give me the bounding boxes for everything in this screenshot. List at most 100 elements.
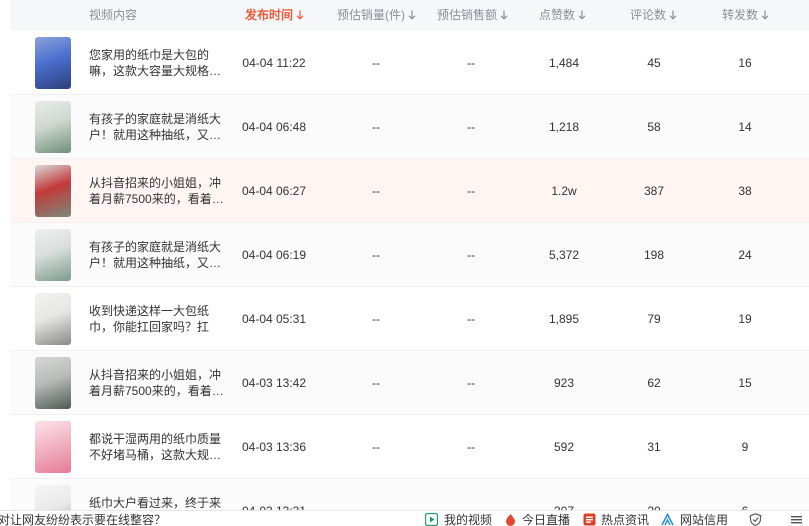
video-title[interactable]: 从抖音招来的小姐姐，冲着月薪7500来的，看着… bbox=[89, 175, 227, 207]
cell-comments: 62 bbox=[647, 376, 661, 390]
column-header-label: 转发数 bbox=[722, 8, 759, 22]
cell-shares: 14 bbox=[738, 120, 752, 134]
cell-publish-time: 04-04 11:22 bbox=[242, 56, 306, 70]
video-table: 视频内容 发布时间 预估销量(件) 预估销售额 点赞数 评论数 转发数 您家用的纸巾是大包的… bbox=[10, 0, 809, 510]
site-credit-link[interactable]: 网站信用 bbox=[680, 512, 728, 526]
column-header-est-sales-qty[interactable]: 预估销量(件) bbox=[337, 0, 416, 31]
cell-likes: 1,895 bbox=[548, 312, 580, 326]
column-header-label: 点赞数 bbox=[539, 8, 576, 22]
video-thumbnail[interactable] bbox=[35, 37, 71, 89]
column-header-likes[interactable]: 点赞数 bbox=[539, 0, 586, 31]
cell-comments: 58 bbox=[647, 120, 661, 134]
cell-likes: 5,372 bbox=[548, 248, 580, 262]
today-live-link[interactable]: 今日直播 bbox=[522, 512, 570, 526]
table-row[interactable]: 从抖音招来的小姐姐，冲着月薪7500来的，看着… 04-03 13:42 -- -- 9… bbox=[10, 351, 809, 415]
play-icon[interactable] bbox=[424, 512, 439, 526]
table-row[interactable]: 您家用的纸巾是大包的嘛，这款大容量大规格… 04-04 11:22 -- -- 1,48… bbox=[10, 31, 809, 95]
cell-publish-time: 04-03 13:36 bbox=[241, 440, 307, 454]
cell-comments: 31 bbox=[647, 440, 661, 454]
shield-icon[interactable] bbox=[749, 513, 762, 526]
cell-comments: 20 bbox=[647, 479, 660, 510]
cell-est-sales-qty: -- bbox=[372, 312, 380, 326]
sort-arrow-icon[interactable] bbox=[500, 10, 508, 20]
cell-est-sales-qty: -- bbox=[372, 120, 380, 134]
cell-est-sales-amt: -- bbox=[467, 56, 475, 70]
cell-est-sales-amt: -- bbox=[467, 248, 475, 262]
table-row[interactable]: 都说干湿两用的纸巾质量不好堵马桶，这款大规… 04-03 13:36 -- -- 592… bbox=[10, 415, 809, 479]
cell-likes: 592 bbox=[553, 440, 575, 454]
video-title[interactable]: 收到快递这样一大包纸巾，你能扛回家吗？扛回… bbox=[89, 303, 227, 335]
sort-arrow-icon[interactable] bbox=[578, 10, 586, 20]
news-ticker-text[interactable]: 对让网友纷纷表示要在线整容？ bbox=[0, 512, 166, 526]
video-thumbnail[interactable] bbox=[35, 165, 71, 217]
video-title[interactable]: 有孩子的家庭就是消纸大户！就用这种抽纸，又… bbox=[89, 111, 227, 143]
cell-publish-time: 04-04 06:27 bbox=[241, 184, 307, 198]
cell-shares: 15 bbox=[738, 376, 752, 390]
my-videos-link[interactable]: 我的视频 bbox=[444, 512, 492, 526]
video-title[interactable]: 有孩子的家庭就是消纸大户！就用这种抽纸，又… bbox=[89, 239, 227, 271]
cell-est-sales-amt: -- bbox=[467, 376, 475, 390]
news-icon[interactable] bbox=[583, 513, 596, 526]
video-thumbnail[interactable] bbox=[35, 293, 71, 345]
column-header-comments[interactable]: 评论数 bbox=[630, 0, 677, 31]
video-thumbnail[interactable] bbox=[35, 421, 71, 473]
video-title[interactable]: 从抖音招来的小姐姐，冲着月薪7500来的，看着… bbox=[89, 367, 227, 399]
cell-est-sales-qty: -- bbox=[372, 440, 380, 454]
menu-icon[interactable] bbox=[790, 513, 803, 526]
column-header-label: 预估销量(件) bbox=[337, 8, 405, 22]
table-row[interactable]: 纸巾大户看过来，终于来 04-03 13:31 -- -- 307 20 6 bbox=[10, 479, 809, 510]
column-header-publish-time[interactable]: 发布时间 bbox=[245, 0, 304, 31]
video-thumbnail[interactable] bbox=[35, 357, 71, 409]
table-header: 视频内容 发布时间 预估销量(件) 预估销售额 点赞数 评论数 转发数 bbox=[10, 0, 809, 31]
cell-shares: 38 bbox=[738, 184, 752, 198]
column-header-est-sales-amt[interactable]: 预估销售额 bbox=[437, 0, 508, 31]
video-title[interactable]: 纸巾大户看过来，终于来 bbox=[89, 495, 227, 510]
cell-likes: 1,218 bbox=[548, 120, 580, 134]
cell-est-sales-amt: -- bbox=[467, 440, 475, 454]
cell-likes: 1.2w bbox=[551, 184, 577, 198]
cell-shares: 19 bbox=[738, 312, 752, 326]
video-title[interactable]: 都说干湿两用的纸巾质量不好堵马桶，这款大规… bbox=[89, 431, 227, 463]
cell-est-sales-amt: -- bbox=[467, 479, 475, 510]
sort-arrow-icon[interactable] bbox=[669, 10, 677, 20]
hot-news-link[interactable]: 热点资讯 bbox=[601, 512, 649, 526]
cell-likes: 307 bbox=[554, 479, 574, 510]
table-row[interactable]: 有孩子的家庭就是消纸大户！就用这种抽纸，又… 04-04 06:19 -- -- 5,3… bbox=[10, 223, 809, 287]
column-header-label: 发布时间 bbox=[245, 8, 294, 22]
cell-shares: 16 bbox=[738, 56, 752, 70]
cell-est-sales-qty: -- bbox=[372, 248, 380, 262]
video-thumbnail[interactable] bbox=[35, 485, 71, 510]
sort-arrow-icon[interactable] bbox=[761, 10, 769, 20]
cell-est-sales-amt: -- bbox=[467, 184, 475, 198]
column-header-label: 视频内容 bbox=[89, 8, 138, 22]
sort-arrow-icon[interactable] bbox=[408, 10, 416, 20]
cell-comments: 45 bbox=[647, 56, 661, 70]
cell-likes: 1,484 bbox=[548, 56, 580, 70]
table-row[interactable]: 从抖音招来的小姐姐，冲着月薪7500来的，看着… 04-04 06:27 -- -- 1… bbox=[10, 159, 809, 223]
video-title[interactable]: 您家用的纸巾是大包的嘛，这款大容量大规格… bbox=[89, 47, 227, 79]
cell-est-sales-qty: -- bbox=[372, 479, 380, 510]
table-row[interactable]: 有孩子的家庭就是消纸大户！就用这种抽纸，又… 04-04 06:48 -- -- 1,2… bbox=[10, 95, 809, 159]
column-header-label: 预估销售额 bbox=[437, 8, 498, 22]
cell-shares: 24 bbox=[738, 248, 752, 262]
cell-likes: 923 bbox=[553, 376, 575, 390]
live-icon[interactable] bbox=[504, 513, 517, 526]
sort-arrow-icon[interactable] bbox=[296, 10, 304, 20]
cell-est-sales-qty: -- bbox=[372, 376, 380, 390]
cell-est-sales-qty: -- bbox=[372, 56, 380, 70]
cell-publish-time: 04-04 06:48 bbox=[241, 120, 307, 134]
cell-comments: 198 bbox=[643, 248, 665, 262]
video-thumbnail[interactable] bbox=[35, 101, 71, 153]
cell-est-sales-amt: -- bbox=[467, 120, 475, 134]
cell-shares: 6 bbox=[742, 479, 749, 510]
cell-comments: 79 bbox=[647, 312, 661, 326]
cell-publish-time: 04-03 13:31 bbox=[242, 479, 306, 510]
column-header-label: 评论数 bbox=[630, 8, 667, 22]
column-header-shares[interactable]: 转发数 bbox=[722, 0, 769, 31]
credit-icon[interactable] bbox=[661, 512, 674, 526]
table-row[interactable]: 收到快递这样一大包纸巾，你能扛回家吗？扛回… 04-04 05:31 -- -- 1,8… bbox=[10, 287, 809, 351]
cell-publish-time: 04-03 13:42 bbox=[241, 376, 307, 390]
bottom-status-bar: 对让网友纷纷表示要在线整容？ 我的视频 今日直播 热点资讯 网站信用 bbox=[0, 510, 809, 526]
cell-est-sales-amt: -- bbox=[467, 312, 475, 326]
video-thumbnail[interactable] bbox=[35, 229, 71, 281]
